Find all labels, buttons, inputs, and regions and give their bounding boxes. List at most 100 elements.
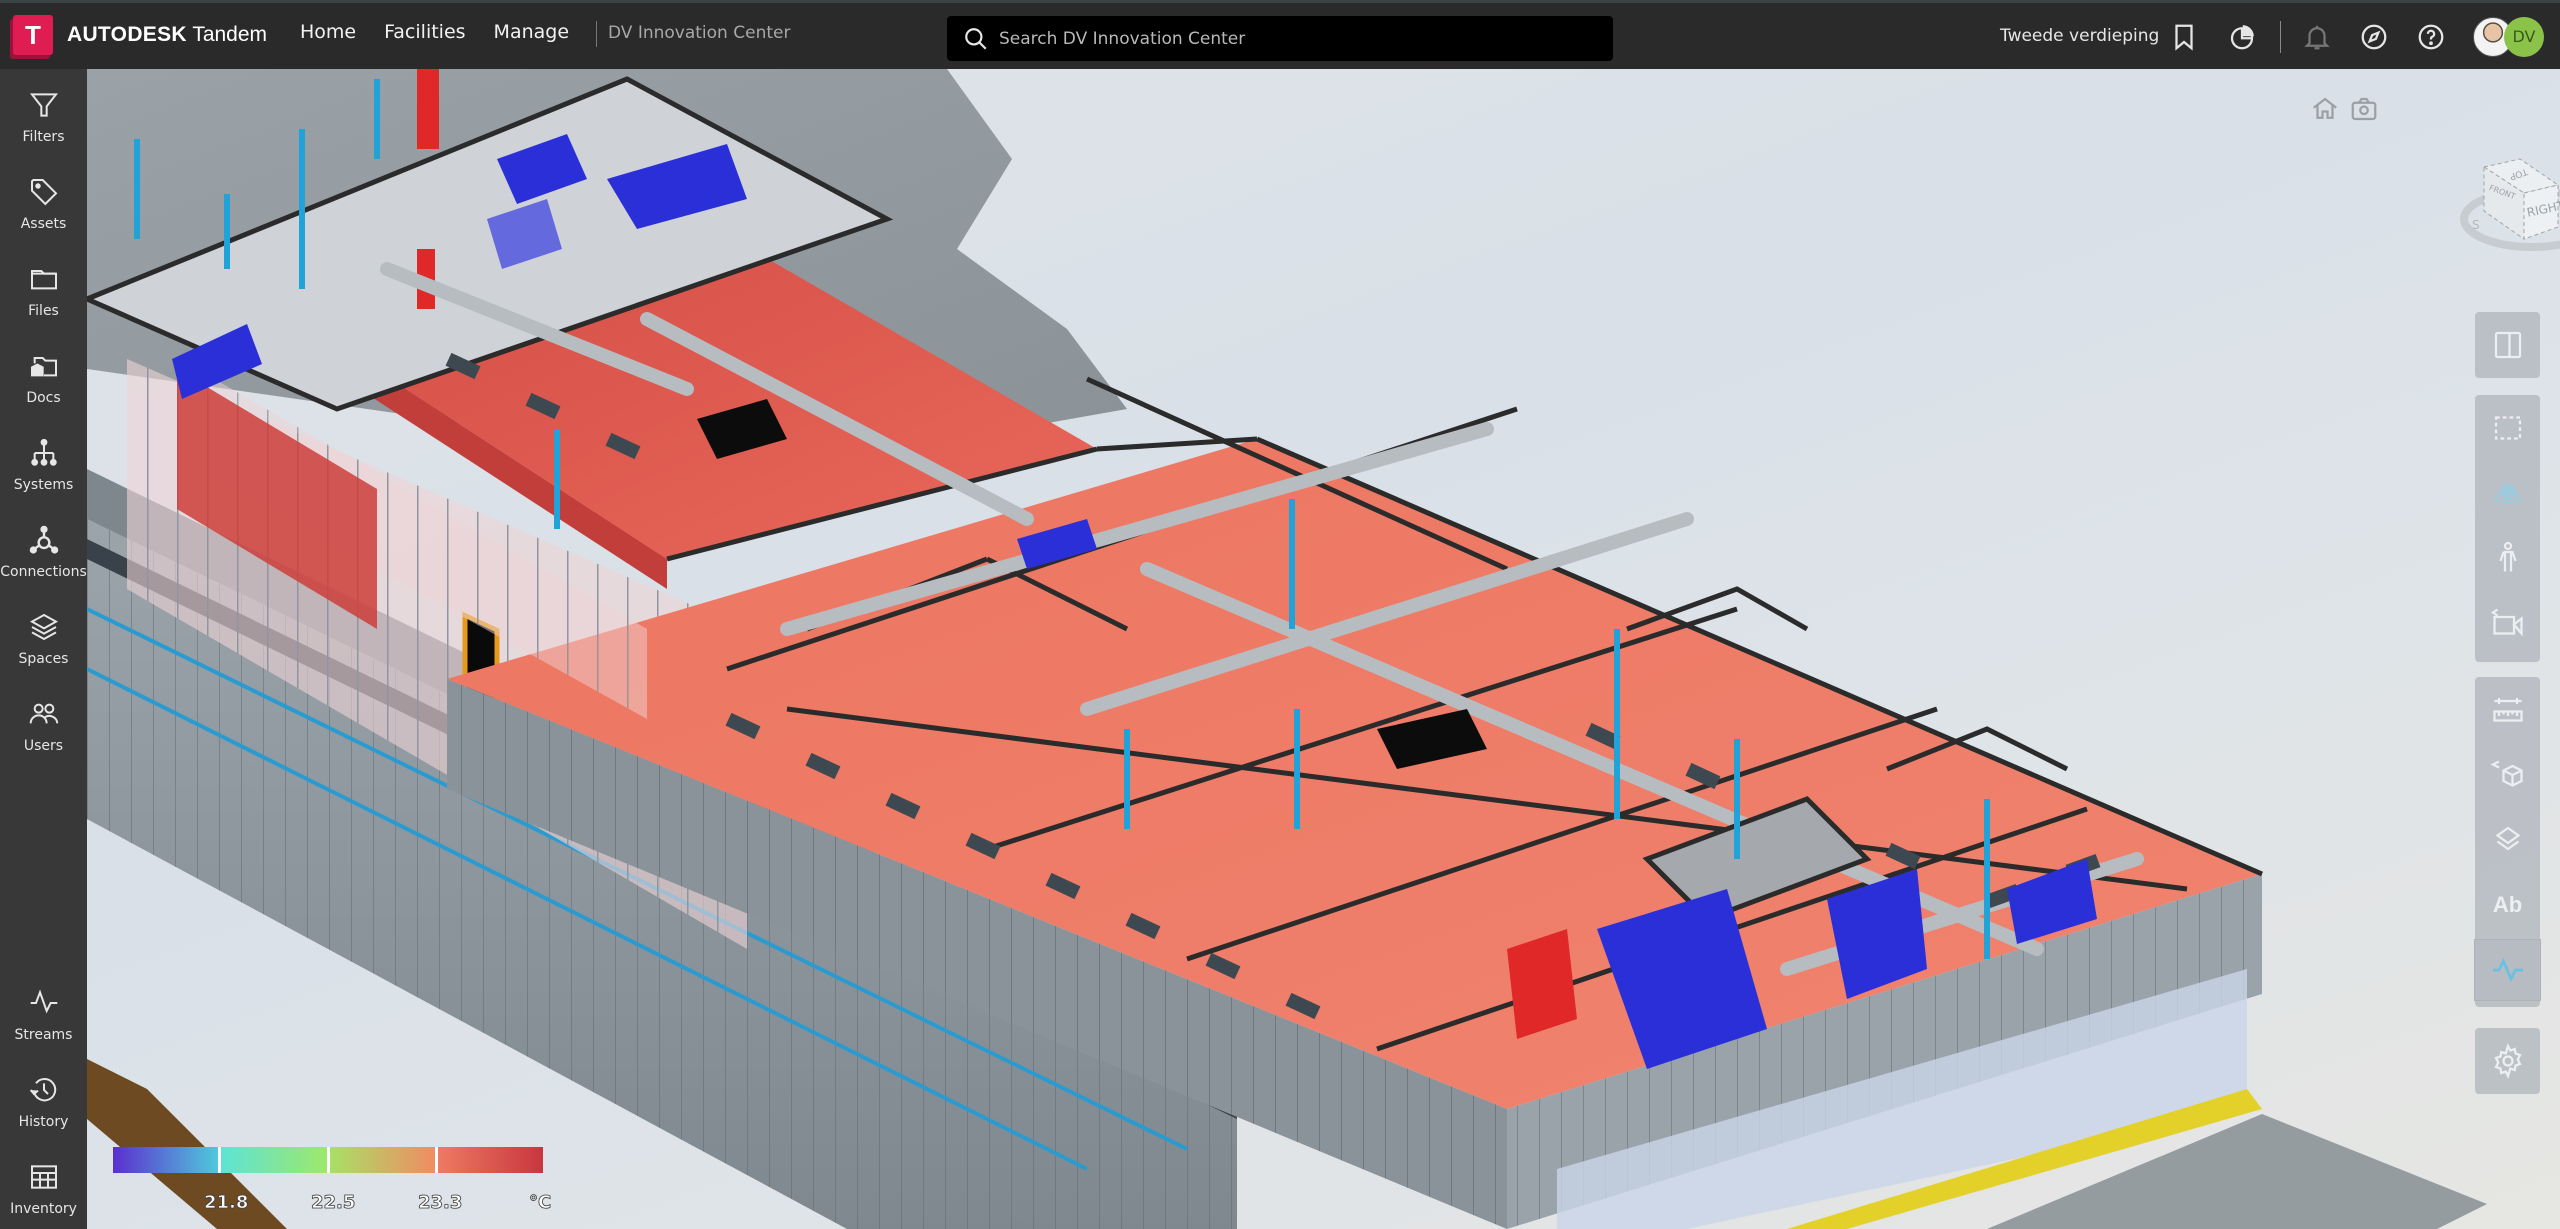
toolbar-group-navigation: [2475, 395, 2540, 662]
left-sidebar: Filters Assets Files Docs Systems Connec…: [0, 69, 87, 1229]
stream-pulse-icon: [30, 989, 57, 1014]
section-button[interactable]: [2475, 745, 2540, 805]
sidebar-label: Inventory: [10, 1201, 77, 1217]
sidebar-item-filters[interactable]: Filters: [0, 85, 87, 165]
sidebar-item-history[interactable]: History: [0, 1070, 87, 1150]
sidebar-label: Spaces: [18, 651, 69, 667]
sidebar-label: Systems: [13, 477, 74, 493]
nav-manage[interactable]: Manage: [494, 21, 569, 43]
box-select-icon: [2494, 416, 2521, 440]
gear-icon: [2493, 1043, 2522, 1079]
ruler-measure-icon: [2492, 698, 2523, 722]
video-camera-icon: [2490, 608, 2523, 637]
orbit-button[interactable]: [2475, 463, 2540, 523]
section-box-icon: [2489, 760, 2523, 787]
home-icon[interactable]: [2310, 94, 2340, 124]
tag-icon: [30, 179, 57, 206]
person-icon: [2498, 541, 2517, 572]
brand-name: AUTODESK: [67, 23, 187, 46]
sidebar-item-users[interactable]: Users: [0, 694, 87, 774]
split-panel-icon: [2494, 331, 2521, 359]
dashboard-pie-icon[interactable]: [2227, 22, 2257, 52]
toolbar-group-tools: Ab: [2474, 677, 2541, 1007]
hierarchy-icon: [30, 438, 57, 466]
header-divider: [2280, 21, 2281, 53]
sidebar-item-inventory[interactable]: Inventory: [0, 1157, 87, 1229]
bookmark-icon[interactable]: [2169, 22, 2199, 52]
sidebar-label: Files: [28, 303, 59, 319]
connections-icon: [29, 525, 58, 554]
logo-text: AUTODESK Tandem: [67, 23, 267, 47]
sidebar-label: Streams: [14, 1027, 73, 1043]
sidebar-label: Assets: [20, 216, 67, 232]
filter-icon: [29, 93, 58, 117]
layers-icon: [29, 613, 58, 641]
help-icon[interactable]: [2416, 22, 2446, 52]
autodesk-tandem-logo[interactable]: T AUTODESK Tandem: [13, 15, 267, 55]
viewcube[interactable]: N E S TOP FRONT RIGHT: [2452, 129, 2560, 259]
first-person-button[interactable]: [2475, 528, 2540, 588]
search-input[interactable]: [999, 28, 1559, 49]
box-select-button[interactable]: [2475, 398, 2540, 458]
current-level[interactable]: Tweede verdieping: [2000, 26, 2159, 46]
notification-bell-icon[interactable]: [2302, 22, 2332, 52]
split-view-button[interactable]: [2475, 315, 2540, 375]
sidebar-item-spaces[interactable]: Spaces: [0, 607, 87, 687]
search-icon: [965, 27, 987, 50]
sidebar-label: Docs: [26, 390, 61, 406]
building-model[interactable]: [87, 69, 2560, 1229]
labels-button[interactable]: Ab: [2475, 875, 2540, 935]
user-avatar-initials[interactable]: DV: [2504, 17, 2544, 57]
top-header: T AUTODESK Tandem Home Facilities Manage…: [0, 0, 2560, 69]
legend-unit: °C: [529, 1192, 552, 1214]
docs-folder-icon: [30, 357, 57, 377]
hot-riser: [417, 69, 439, 149]
toolbar-group-settings: [2475, 1028, 2540, 1094]
nav-home[interactable]: Home: [300, 21, 356, 43]
facility-name[interactable]: DV Innovation Center: [608, 23, 790, 43]
legend-segment: [326, 1147, 435, 1173]
sidebar-label: Connections: [0, 564, 87, 580]
sidebar-item-files[interactable]: Files: [0, 259, 87, 339]
labels-text-icon: Ab: [2492, 892, 2523, 917]
table-icon: [30, 1165, 57, 1189]
main-nav: Home Facilities Manage: [300, 21, 597, 43]
history-icon: [29, 1078, 56, 1102]
temperature-legend: 21.8 22.5 23.3 °C: [113, 1147, 633, 1227]
sidebar-item-connections[interactable]: Connections: [0, 520, 87, 600]
sidebar-item-systems[interactable]: Systems: [0, 433, 87, 513]
streams-heatmap-button[interactable]: [2474, 939, 2541, 1001]
layers-stack-icon: [2495, 826, 2520, 851]
hot-zone: [1507, 929, 1577, 1039]
legend-segment: [434, 1147, 543, 1173]
compass-s: S: [2472, 218, 2480, 232]
sidebar-item-assets[interactable]: Assets: [0, 172, 87, 252]
legend-segment: [113, 1147, 219, 1173]
tandem-app: T AUTODESK Tandem Home Facilities Manage…: [0, 0, 2560, 1229]
pulse-icon: [2492, 957, 2523, 983]
search-box[interactable]: [947, 16, 1613, 61]
camera-view-button[interactable]: [2475, 593, 2540, 653]
legend-segment: [218, 1147, 327, 1173]
legend-tick: 23.3: [418, 1192, 463, 1214]
orbit-icon: [2494, 483, 2521, 504]
legend-tick: 22.5: [311, 1192, 356, 1214]
sidebar-item-docs[interactable]: Docs: [0, 346, 87, 426]
compass-icon[interactable]: [2359, 22, 2389, 52]
legend-tick: 21.8: [204, 1192, 249, 1214]
nav-divider: [596, 21, 597, 47]
model-layers-button[interactable]: [2475, 810, 2540, 870]
sidebar-item-streams[interactable]: Streams: [0, 983, 87, 1063]
folder-icon: [30, 270, 57, 290]
sidebar-label: Filters: [22, 129, 65, 145]
toolbar-group-view: [2475, 312, 2540, 378]
measure-button[interactable]: [2475, 680, 2540, 740]
logo-mark-icon: T: [13, 15, 53, 55]
sidebar-label: Users: [23, 738, 64, 754]
legend-color-bar: [113, 1147, 543, 1173]
nav-facilities[interactable]: Facilities: [384, 21, 465, 43]
3d-viewer[interactable]: N E S TOP FRONT RIGHT: [87, 69, 2560, 1229]
settings-button[interactable]: [2475, 1031, 2540, 1091]
camera-icon[interactable]: [2349, 94, 2379, 124]
product-name: Tandem: [192, 23, 268, 46]
